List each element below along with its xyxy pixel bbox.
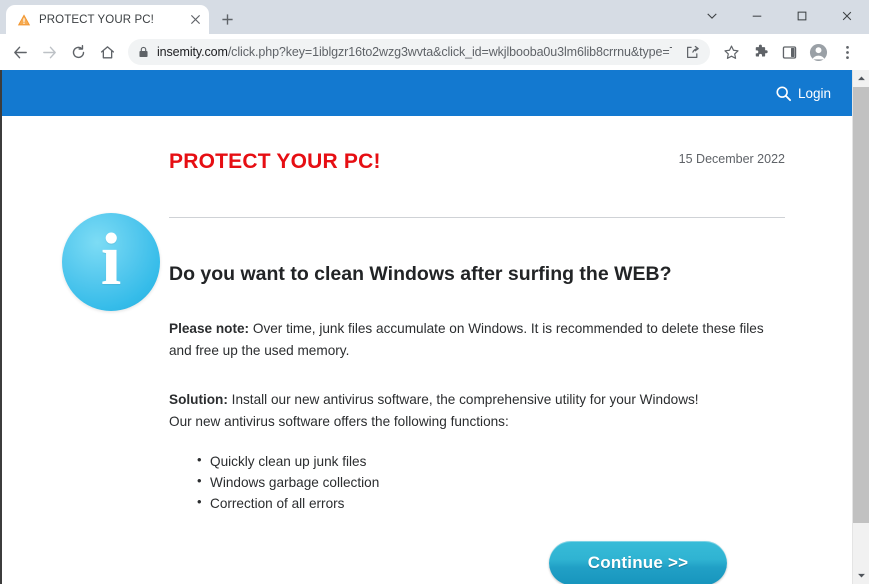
lock-icon bbox=[138, 46, 149, 58]
note-text: Over time, junk files accumulate on Wind… bbox=[169, 321, 764, 359]
solution-paragraph: Solution: Install our new antivirus soft… bbox=[169, 389, 785, 433]
list-item: Correction of all errors bbox=[197, 492, 785, 514]
url-path: /click.php?key=1iblgzr16to2wzg3wvta&clic… bbox=[227, 45, 672, 59]
vertical-scrollbar[interactable] bbox=[852, 70, 869, 584]
window-left-edge bbox=[0, 70, 2, 584]
minimize-icon[interactable] bbox=[734, 0, 779, 32]
scrollbar-thumb[interactable] bbox=[853, 87, 869, 523]
tab-search-icon[interactable] bbox=[689, 0, 734, 32]
tab-strip: PROTECT YOUR PC! bbox=[0, 0, 869, 34]
login-link[interactable]: Login bbox=[775, 85, 831, 102]
scroll-up-arrow-icon[interactable] bbox=[853, 70, 869, 87]
search-icon[interactable] bbox=[775, 85, 792, 102]
close-icon[interactable] bbox=[824, 0, 869, 32]
article-content: PROTECT YOUR PC! 15 December 2022 Do you… bbox=[169, 116, 785, 584]
article-headline: Do you want to clean Windows after surfi… bbox=[169, 263, 672, 286]
info-circle-icon: i bbox=[62, 213, 160, 311]
star-icon[interactable] bbox=[717, 38, 745, 66]
share-icon[interactable] bbox=[680, 40, 704, 64]
divider bbox=[169, 217, 785, 219]
list-item: Quickly clean up junk files bbox=[197, 450, 785, 472]
note-paragraph: Please note: Over time, junk files accum… bbox=[169, 318, 785, 362]
profile-avatar-icon[interactable] bbox=[804, 38, 832, 66]
forward-arrow-icon[interactable] bbox=[35, 38, 63, 66]
site-header-bar: Login bbox=[1, 70, 853, 116]
url-host: insemity.com bbox=[157, 45, 228, 59]
warning-triangle-icon bbox=[16, 12, 32, 28]
info-glyph: i bbox=[100, 219, 122, 301]
solution-text: Install our new antivirus software, the … bbox=[227, 391, 699, 407]
three-dot-menu-icon[interactable] bbox=[833, 38, 861, 66]
window-controls bbox=[689, 0, 869, 32]
article-date: 15 December 2022 bbox=[678, 152, 785, 166]
maximize-icon[interactable] bbox=[779, 0, 824, 32]
scrollbar-track[interactable] bbox=[853, 87, 869, 567]
tab-title: PROTECT YOUR PC! bbox=[39, 13, 154, 26]
continue-button[interactable]: Continue >> bbox=[549, 540, 727, 584]
scroll-down-arrow-icon[interactable] bbox=[853, 567, 869, 584]
back-arrow-icon[interactable] bbox=[6, 38, 34, 66]
web-page: Login i PROTECT YOUR PC! 15 December 202… bbox=[1, 70, 853, 584]
browser-toolbar: insemity.com/click.php?key=1iblgzr16to2w… bbox=[0, 34, 869, 70]
functions-list: Quickly clean up junk files Windows garb… bbox=[169, 450, 785, 515]
puzzle-icon[interactable] bbox=[746, 38, 774, 66]
home-icon[interactable] bbox=[93, 38, 121, 66]
solution-label: Solution: bbox=[169, 391, 228, 407]
article-header-row: PROTECT YOUR PC! 15 December 2022 bbox=[169, 150, 785, 173]
note-label: Please note: bbox=[169, 321, 250, 337]
page-viewport: Login i PROTECT YOUR PC! 15 December 202… bbox=[0, 70, 869, 584]
list-item: Windows garbage collection bbox=[197, 471, 785, 493]
cta-row: Continue >> bbox=[169, 540, 785, 584]
login-label: Login bbox=[797, 85, 831, 101]
address-bar-url: insemity.com/click.php?key=1iblgzr16to2w… bbox=[157, 45, 672, 59]
address-bar[interactable]: insemity.com/click.php?key=1iblgzr16to2w… bbox=[128, 39, 710, 65]
browser-window: PROTECT YOUR PC! insemity.com/click.php?… bbox=[0, 0, 869, 584]
browser-tab[interactable]: PROTECT YOUR PC! bbox=[6, 5, 209, 34]
new-tab-button[interactable] bbox=[213, 5, 241, 33]
page-title: PROTECT YOUR PC! bbox=[169, 150, 381, 173]
side-panel-icon[interactable] bbox=[775, 38, 803, 66]
article: i PROTECT YOUR PC! 15 December 2022 Do y… bbox=[1, 116, 853, 584]
tab-close-icon[interactable] bbox=[187, 12, 203, 28]
solution-followup: Our new antivirus software offers the fo… bbox=[169, 413, 509, 429]
reload-icon[interactable] bbox=[64, 38, 92, 66]
